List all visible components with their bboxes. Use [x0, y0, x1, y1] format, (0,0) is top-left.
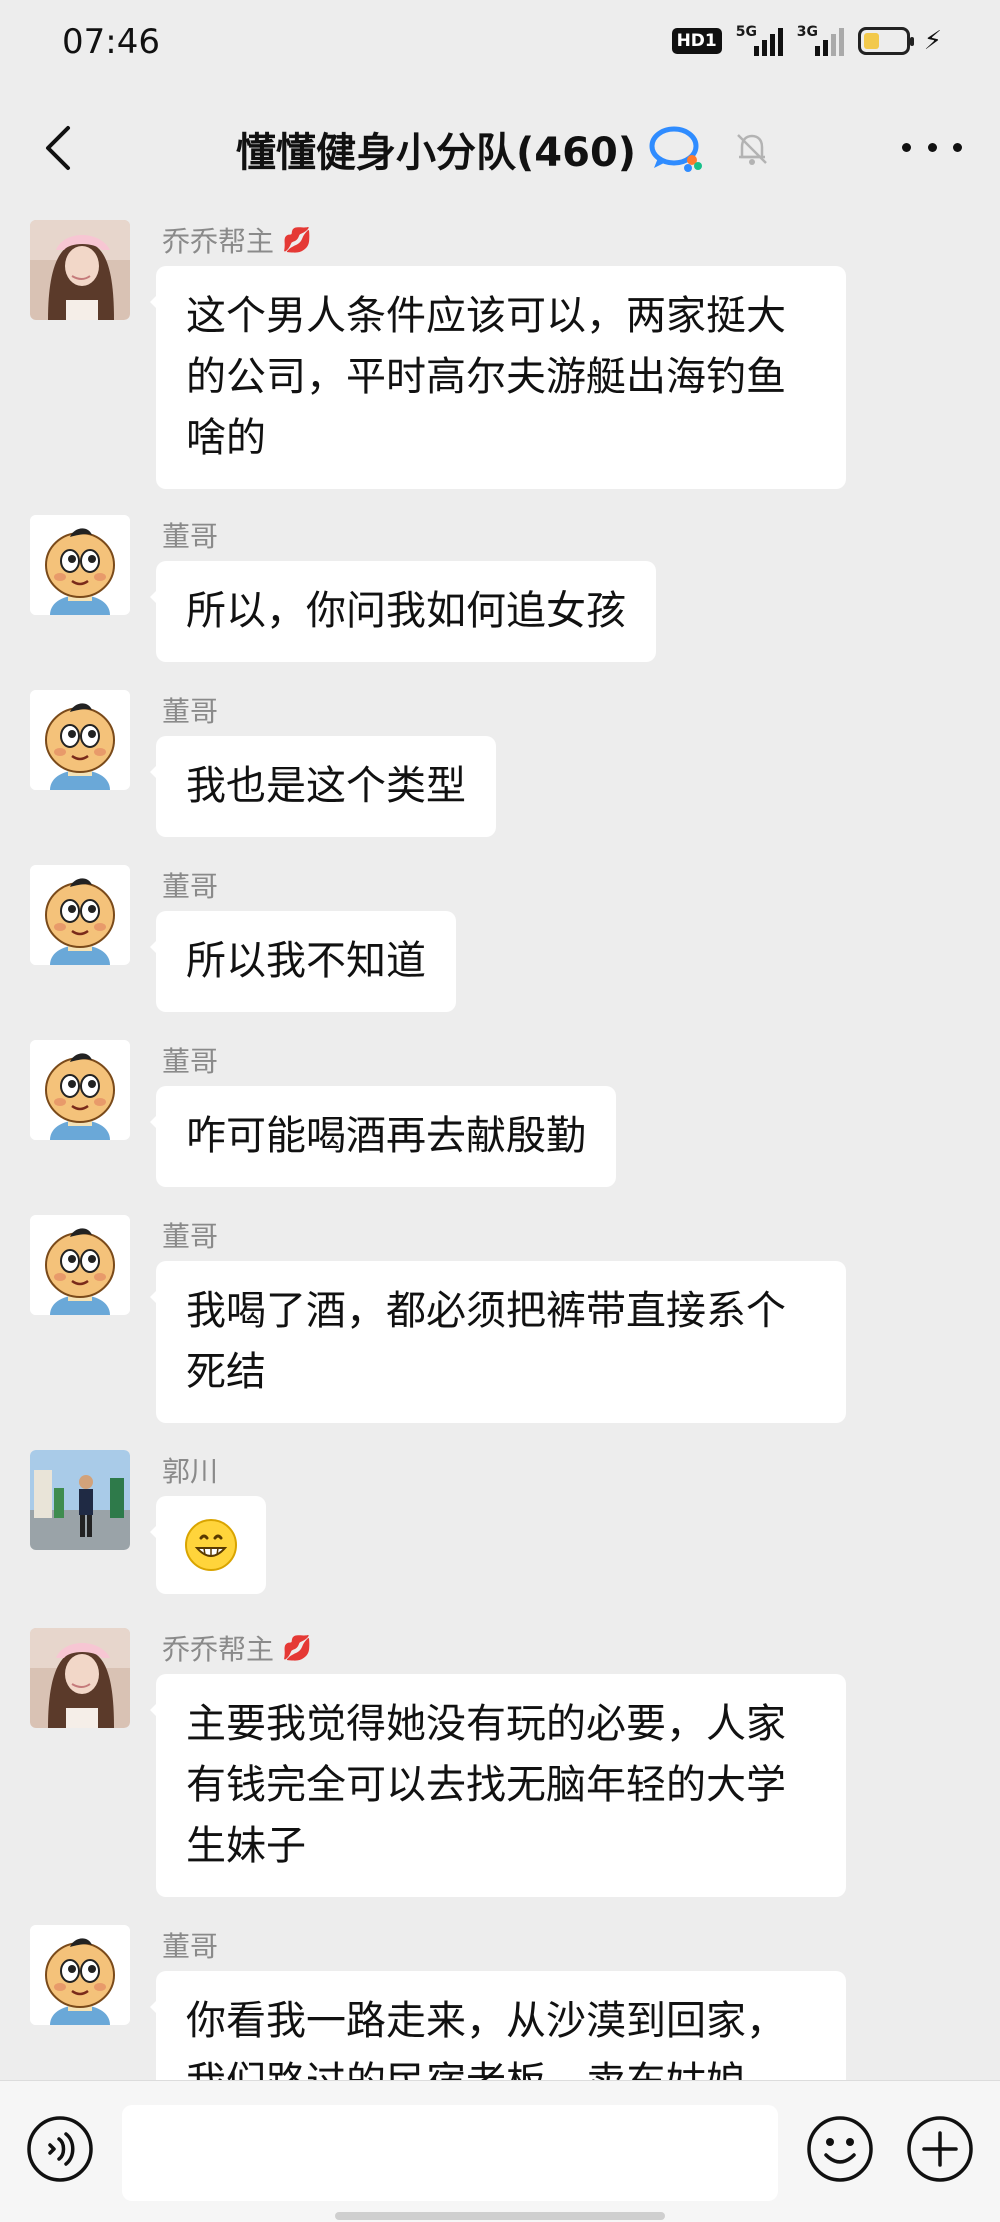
status-icons: HD1 5G 3G ⚡ — [671, 24, 942, 56]
avatar[interactable] — [30, 515, 130, 615]
message-text: 所以我不知道 — [186, 938, 426, 984]
lips-icon: 💋 — [282, 226, 312, 254]
message-bubble[interactable] — [150, 1496, 266, 1594]
avatar[interactable] — [30, 220, 130, 320]
charging-icon: ⚡ — [923, 26, 942, 56]
avatar[interactable] — [30, 690, 130, 790]
sender-name: 董哥 — [162, 870, 219, 903]
more-dots-icon[interactable] — [902, 132, 962, 162]
nav-bar: 懂懂健身小分队(460) — [0, 90, 1000, 210]
message-text: 我喝了酒，都必须把裤带直接系个死结 — [186, 1288, 786, 1395]
message-text: 所以，你问我如何追女孩 — [186, 588, 626, 634]
sender-name: 董哥 — [162, 1045, 219, 1078]
message-bubble[interactable]: 所以我不知道 — [150, 911, 456, 1012]
sender-name: 董哥 — [162, 1930, 219, 1963]
chat-message-list[interactable]: 乔乔帮主 💋 这个男人条件应该可以，两家挺大的公司，平时高尔夫游艇出海钓鱼啥的 董哥所… — [0, 210, 1000, 2080]
chat-title-group[interactable]: 懂懂健身小分队(460) — [236, 120, 772, 178]
message-bubble[interactable]: 咋可能喝酒再去献殷勤 — [150, 1086, 616, 1187]
message-text: 咋可能喝酒再去献殷勤 — [186, 1113, 586, 1159]
message-bubble[interactable]: 这个男人条件应该可以，两家挺大的公司，平时高尔夫游艇出海钓鱼啥的 — [150, 266, 846, 489]
status-bar: 07:46 HD1 5G 3G ⚡ — [0, 0, 1000, 90]
sender-name: 乔乔帮主 💋 — [162, 225, 312, 258]
sender-name: 董哥 — [162, 1220, 219, 1253]
avatar[interactable] — [30, 1040, 130, 1140]
sender-name: 郭川 — [162, 1455, 219, 1488]
sender-name: 董哥 — [162, 695, 219, 728]
emoji-icon[interactable] — [806, 2115, 874, 2183]
back-chevron-icon[interactable] — [30, 118, 90, 178]
home-indicator — [335, 2212, 665, 2220]
sender-name: 董哥 — [162, 520, 219, 553]
chat-title: 懂懂健身小分队(460) — [236, 130, 637, 176]
sender-name: 乔乔帮主 💋 — [162, 1633, 312, 1666]
grinning-face-icon — [185, 1519, 237, 1571]
message-bubble[interactable]: 所以，你问我如何追女孩 — [150, 561, 656, 662]
chat-bubble-icon — [649, 126, 703, 172]
message-bubble[interactable]: 我喝了酒，都必须把裤带直接系个死结 — [150, 1261, 846, 1423]
message-text: 这个男人条件应该可以，两家挺大的公司，平时高尔夫游艇出海钓鱼啥的 — [186, 293, 786, 461]
avatar[interactable] — [30, 1628, 130, 1728]
signal-5g-icon: 5G — [736, 24, 783, 56]
hd-icon: HD1 — [671, 28, 722, 54]
message-bubble[interactable]: 主要我觉得她没有玩的必要，人家有钱完全可以去找无脑年轻的大学生妹子 — [150, 1674, 846, 1897]
status-time: 07:46 — [62, 22, 160, 62]
avatar[interactable] — [30, 1215, 130, 1315]
input-bar — [0, 2080, 1000, 2222]
lips-icon: 💋 — [282, 1634, 312, 1662]
avatar[interactable] — [30, 1450, 130, 1550]
bell-muted-icon — [737, 134, 767, 165]
battery-icon — [857, 27, 914, 55]
plus-icon[interactable] — [906, 2115, 974, 2183]
voice-icon[interactable] — [26, 2115, 94, 2183]
avatar[interactable] — [30, 1925, 130, 2025]
avatar[interactable] — [30, 865, 130, 965]
message-bubble[interactable]: 我也是这个类型 — [150, 736, 496, 837]
message-text: 主要我觉得她没有玩的必要，人家有钱完全可以去找无脑年轻的大学生妹子 — [186, 1701, 786, 1869]
message-text: 我也是这个类型 — [186, 763, 466, 809]
message-input[interactable] — [122, 2105, 778, 2201]
message-bubble[interactable]: 你看我一路走来，从沙漠到回家，我们路过的民宿老板，卖东姑娘 — [150, 1971, 846, 2080]
signal-3g-icon: 3G — [797, 24, 844, 56]
message-text: 你看我一路走来，从沙漠到回家，我们路过的民宿老板，卖东姑娘 — [186, 1998, 786, 2080]
